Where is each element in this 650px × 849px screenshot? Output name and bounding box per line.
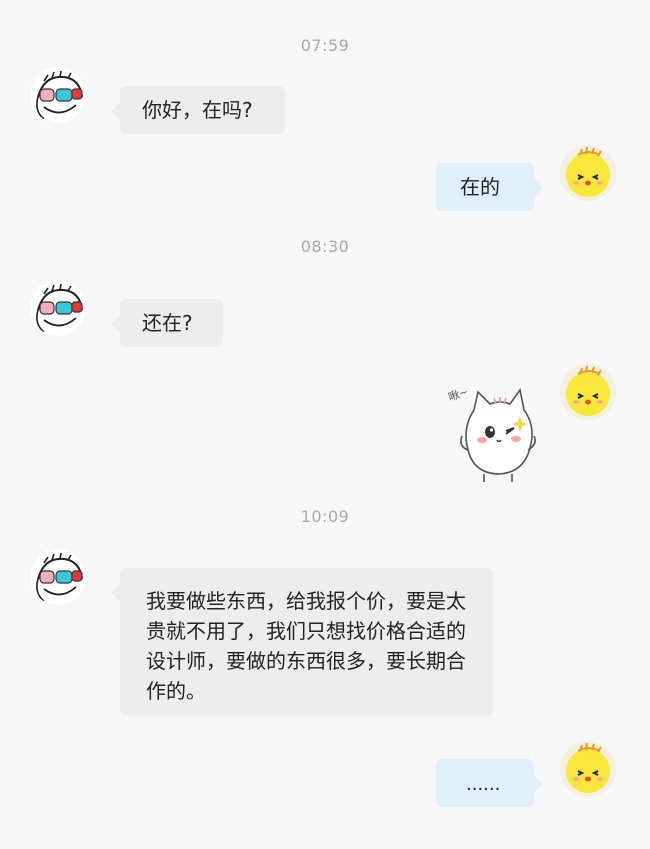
- message-bubble[interactable]: 在的: [436, 163, 543, 211]
- self-avatar-icon[interactable]: [560, 741, 616, 797]
- self-avatar-icon[interactable]: [560, 145, 616, 201]
- message-bubble[interactable]: 还在?: [111, 299, 223, 347]
- message-bubble[interactable]: 我要做些东西，给我报个价，要是太贵就不用了，我们只想找价格合适的设计师，要做的东…: [111, 568, 493, 716]
- self-avatar-icon[interactable]: [560, 364, 616, 420]
- timestamp: 07:59: [300, 36, 350, 55]
- cat-sticker-icon[interactable]: 啾~: [444, 376, 544, 488]
- sender-avatar-icon[interactable]: [30, 280, 86, 336]
- message-bubble[interactable]: 你好，在吗?: [111, 86, 285, 134]
- sender-avatar-icon[interactable]: [30, 549, 86, 605]
- timestamp: 08:30: [300, 237, 350, 256]
- timestamp: 10:09: [300, 507, 350, 526]
- sender-avatar-icon[interactable]: [30, 67, 86, 123]
- message-bubble[interactable]: ......: [436, 759, 543, 807]
